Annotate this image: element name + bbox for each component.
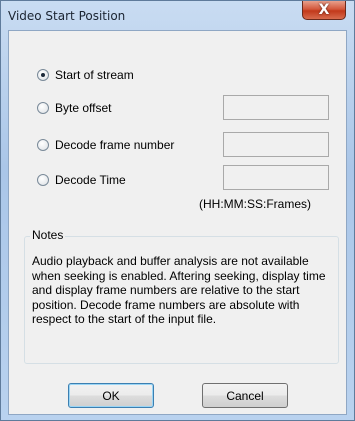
title-bar[interactable]: Video Start Position X <box>1 1 354 30</box>
radio-decode-frame-number[interactable]: Decode frame number <box>37 138 174 152</box>
decode-time-field[interactable] <box>223 165 329 190</box>
radio-label-decode-frame-number: Decode frame number <box>55 138 175 152</box>
video-start-position-dialog: Video Start Position X Start of stream B… <box>0 0 355 421</box>
close-icon: X <box>318 2 330 18</box>
radio-decode-time[interactable]: Decode Time <box>37 173 126 187</box>
radio-start-of-stream[interactable]: Start of stream <box>37 68 134 82</box>
radio-indicator[interactable] <box>37 102 49 114</box>
radio-indicator-selected[interactable] <box>37 69 49 81</box>
radio-indicator[interactable] <box>37 174 49 186</box>
notes-text: Audio playback and buffer analysis are n… <box>32 254 326 326</box>
cancel-button[interactable]: Cancel <box>202 383 288 408</box>
window-title: Video Start Position <box>8 9 126 23</box>
radio-label-start-of-stream: Start of stream <box>55 68 134 82</box>
radio-label-decode-time: Decode Time <box>55 173 126 187</box>
decode-frame-number-field[interactable] <box>223 132 329 157</box>
notes-group-title: Notes <box>30 228 66 242</box>
radio-indicator[interactable] <box>37 139 49 151</box>
ok-button[interactable]: OK <box>68 383 154 408</box>
close-button[interactable]: X <box>302 1 346 20</box>
time-format-hint: (HH:MM:SS:Frames) <box>199 197 311 211</box>
radio-byte-offset[interactable]: Byte offset <box>37 101 111 115</box>
radio-label-byte-offset: Byte offset <box>55 101 112 115</box>
byte-offset-field[interactable] <box>223 95 329 120</box>
dialog-client-area: Start of stream Byte offset Decode frame… <box>8 30 347 415</box>
